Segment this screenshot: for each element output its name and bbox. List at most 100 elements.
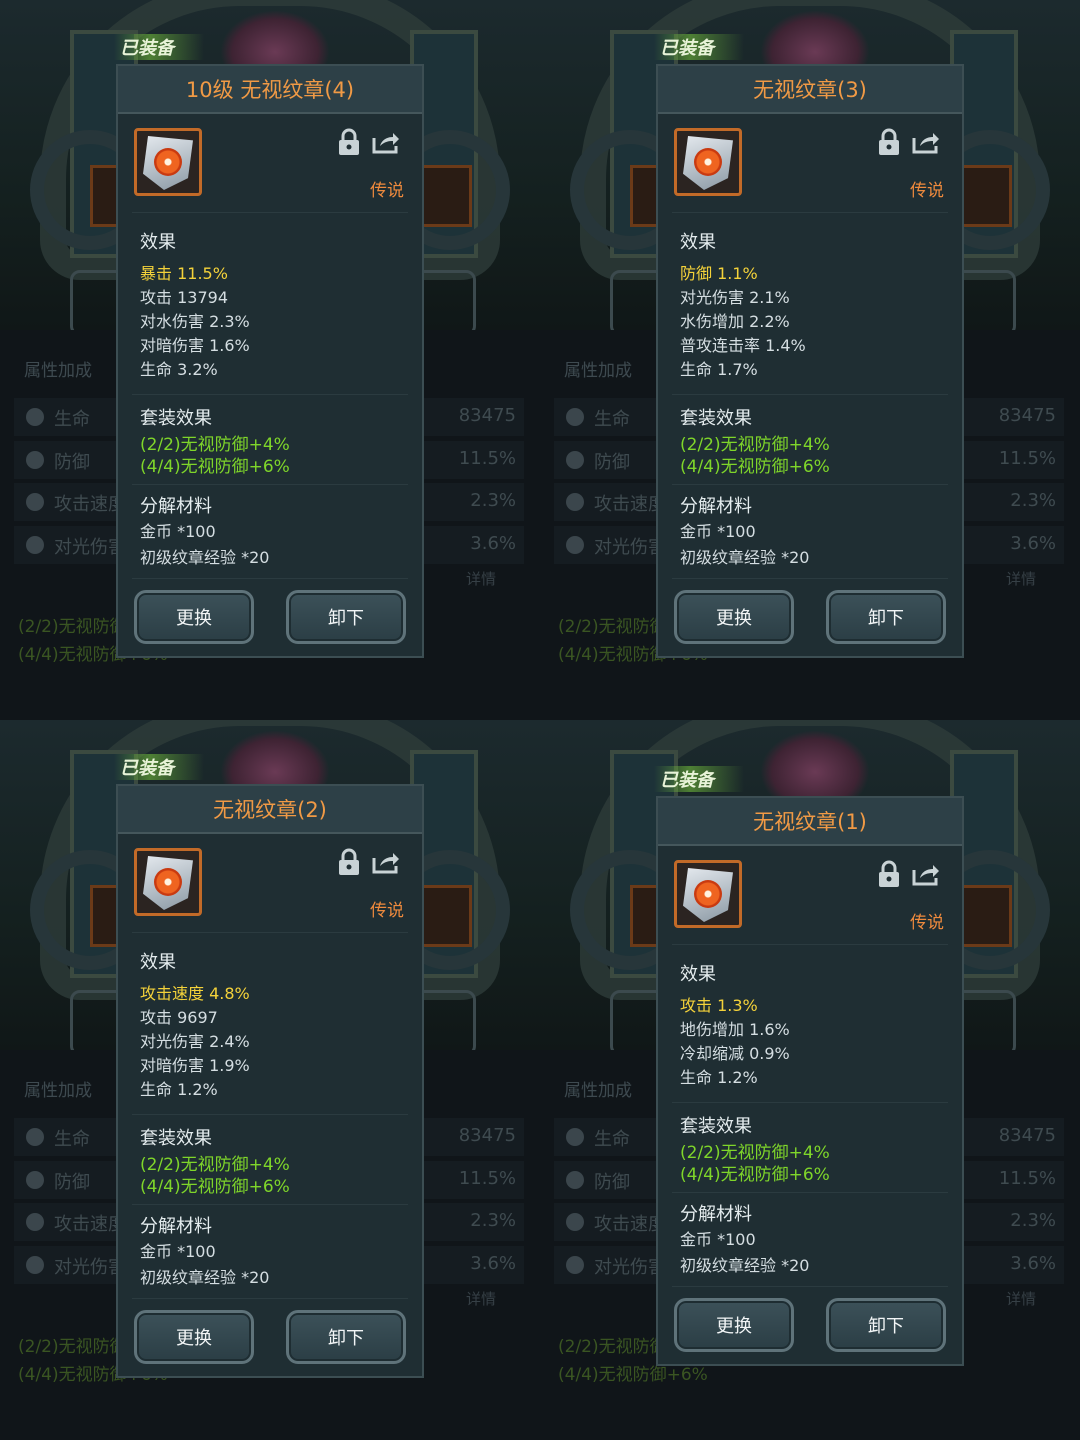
lock-icon[interactable] [878, 128, 900, 156]
divider [132, 1298, 408, 1299]
divider [672, 944, 948, 945]
unequip-button[interactable]: 卸下 [286, 1310, 406, 1364]
flower-emblem [694, 148, 722, 176]
rarity-label: 传说 [910, 913, 944, 933]
item-title: 无视纹章(2) [118, 786, 422, 834]
card-quadrant-2: 属性加成 生命 83475 防御 11.5% 攻击速度 2.3% 对光伤害 3.6% 详情 (2/2… [540, 0, 1080, 720]
effect-line: 生命 1.7% [680, 356, 758, 380]
detail-link[interactable]: 详情 [1006, 568, 1036, 589]
share-icon[interactable] [372, 850, 400, 874]
attribute-name: 防御 [594, 451, 630, 473]
effect-value: 13794 [177, 288, 229, 307]
material-line: 初级纹章经验 *20 [680, 1256, 810, 1275]
effect-line: 暴击 11.5% [140, 260, 228, 284]
attribute-icon [26, 1170, 44, 1189]
equipped-tag: 已装备 [114, 34, 204, 60]
attribute-value: 83475 [458, 1125, 516, 1146]
rarity-label: 传说 [370, 901, 404, 921]
lock-icon[interactable] [338, 128, 360, 156]
effect-value: 1.6% [209, 336, 250, 355]
attribute-icon [566, 1213, 584, 1231]
attribute-name: 生命 [594, 1129, 630, 1150]
set-effects-title: 套装效果 [140, 1128, 212, 1149]
effects-title: 效果 [680, 964, 716, 985]
effect-line: 水伤增加 2.2% [680, 308, 790, 332]
set-effects-title: 套装效果 [680, 408, 752, 429]
material-line: 初级纹章经验 *20 [680, 548, 810, 567]
detail-link[interactable]: 详情 [1006, 1288, 1036, 1309]
effect-line: 攻击 13794 [140, 284, 228, 308]
replace-button[interactable]: 更换 [674, 590, 794, 644]
effect-line: 对光伤害 2.4% [140, 1028, 250, 1052]
attribute-value: 11.5% [998, 447, 1056, 469]
divider [672, 484, 948, 485]
share-icon[interactable] [912, 130, 940, 154]
effect-name: 防御 [680, 264, 713, 283]
rarity-label: 传说 [370, 181, 404, 201]
item-tooltip-panel: 无视纹章(1) 传说 效果 攻击 1.3% 地伤增加 1.6% 冷却缩减 0.9% 生命 1… [656, 796, 964, 1366]
set-effect-line: (4/4)无视防御+6% [140, 457, 290, 477]
replace-button[interactable]: 更换 [674, 1298, 794, 1352]
detail-link[interactable]: 详情 [466, 1288, 496, 1309]
set-effect-line: (4/4)无视防御+6% [680, 1165, 830, 1185]
effect-line: 冷却缩减 0.9% [680, 1040, 790, 1064]
attribute-name: 生命 [54, 409, 90, 430]
attribute-icon [566, 493, 584, 511]
effect-name: 地伤增加 [680, 1020, 745, 1039]
attribute-icon [26, 1128, 44, 1146]
effect-value: 9697 [177, 1008, 218, 1027]
effect-name: 攻击速度 [140, 984, 205, 1003]
emblem-icon [674, 128, 742, 196]
materials-title: 分解材料 [680, 496, 752, 517]
attribute-value: 2.3% [470, 1210, 516, 1231]
divider [132, 212, 408, 213]
material-line: 金币 *100 [680, 522, 756, 541]
effect-line: 对暗伤害 1.9% [140, 1052, 250, 1076]
material-line: 金币 *100 [140, 1242, 216, 1261]
effect-value: 2.3% [209, 312, 250, 331]
rarity-label: 传说 [910, 181, 944, 201]
attribute-value: 2.3% [1010, 1210, 1056, 1231]
effect-name: 生命 [140, 1080, 173, 1099]
attribute-title: 属性加成 [24, 1081, 92, 1101]
effect-value: 1.6% [749, 1020, 790, 1039]
unequip-button[interactable]: 卸下 [286, 590, 406, 644]
attribute-icon [26, 450, 44, 469]
equipped-tag: 已装备 [654, 34, 744, 60]
lock-icon[interactable] [878, 860, 900, 888]
replace-button[interactable]: 更换 [134, 1310, 254, 1364]
attribute-name: 生命 [54, 1129, 90, 1150]
effect-value: 1.3% [717, 996, 758, 1015]
lock-icon[interactable] [338, 848, 360, 876]
share-icon[interactable] [912, 862, 940, 886]
effect-line: 攻击速度 4.8% [140, 980, 250, 1004]
attribute-value: 83475 [458, 405, 516, 426]
effects-title: 效果 [140, 232, 176, 253]
detail-link[interactable]: 详情 [466, 568, 496, 589]
effect-line: 生命 1.2% [140, 1076, 218, 1100]
divider [132, 484, 408, 485]
attribute-icon [566, 450, 584, 469]
share-icon[interactable] [372, 130, 400, 154]
effect-name: 冷却缩减 [680, 1044, 745, 1063]
set-effect-line: (4/4)无视防御+6% [140, 1177, 290, 1197]
attribute-value: 11.5% [458, 1167, 516, 1189]
card-quadrant-3: 属性加成 生命 83475 防御 11.5% 攻击速度 2.3% 对光伤害 3.6% 详情 (2/2… [0, 720, 540, 1440]
unequip-button[interactable]: 卸下 [826, 590, 946, 644]
effects-title: 效果 [140, 952, 176, 973]
divider [672, 212, 948, 213]
divider [132, 1114, 408, 1115]
effect-name: 水伤增加 [680, 312, 745, 331]
effect-value: 1.2% [177, 1080, 218, 1099]
effect-value: 2.1% [749, 288, 790, 307]
monster-illustration [760, 730, 870, 800]
divider [132, 932, 408, 933]
effect-value: 1.4% [765, 336, 806, 355]
emblem-icon [134, 128, 202, 196]
attribute-icon [566, 535, 584, 554]
divider [672, 1102, 948, 1103]
divider [672, 394, 948, 395]
attribute-icon [26, 408, 44, 426]
unequip-button[interactable]: 卸下 [826, 1298, 946, 1352]
replace-button[interactable]: 更换 [134, 590, 254, 644]
